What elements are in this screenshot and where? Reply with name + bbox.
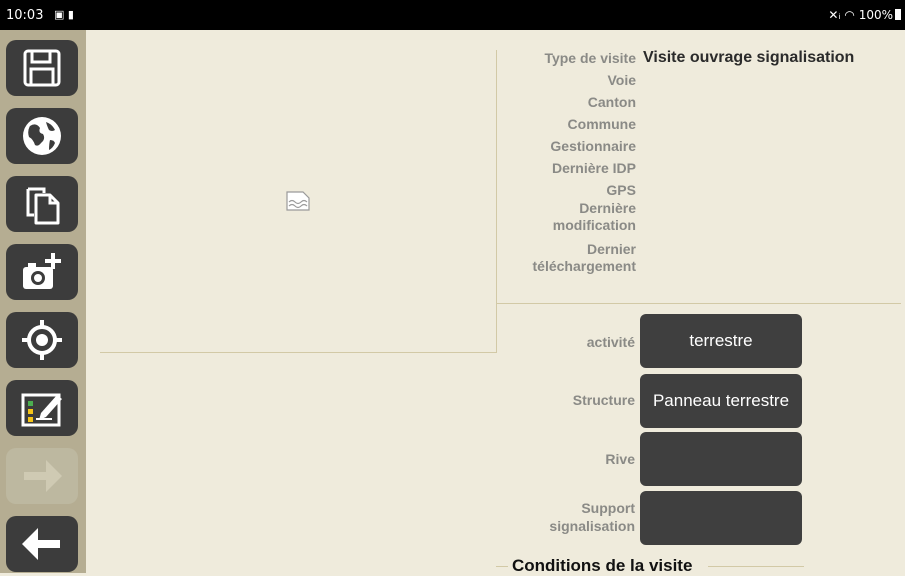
info-label: GPS <box>606 182 636 198</box>
status-bar: 10:03 ▣ ▮ ✕ᵢ ◠ 100% <box>0 0 905 30</box>
info-label: Dernière modification <box>496 200 636 234</box>
signal-wifi-battery-text: ✕ᵢ ◠ 100% <box>828 8 893 22</box>
info-label: Canton <box>587 94 636 110</box>
info-label: Voie <box>607 72 636 88</box>
save-button[interactable] <box>6 40 78 96</box>
label-line: signalisation <box>549 518 635 534</box>
locate-button[interactable] <box>6 312 78 368</box>
info-value: Visite ouvrage signalisation <box>643 49 855 66</box>
activity-select[interactable]: terrestre <box>640 314 802 368</box>
notification-icons: ▣ ▮ <box>54 8 74 21</box>
arrow-right-icon <box>24 460 62 492</box>
label-line: téléchargement <box>532 258 636 274</box>
broken-image-icon <box>286 191 310 211</box>
section-line-left <box>496 566 508 567</box>
status-time: 10:03 <box>6 8 44 23</box>
rive-select[interactable] <box>640 432 802 486</box>
form-button[interactable] <box>6 380 78 436</box>
back-button[interactable] <box>6 516 78 572</box>
rive-label: Rive <box>605 451 635 467</box>
label-line: Dernière <box>579 200 636 216</box>
globe-button[interactable] <box>6 108 78 164</box>
save-icon <box>23 49 61 87</box>
info-label: Type de visite <box>544 50 636 66</box>
camera-plus-icon <box>23 253 61 289</box>
status-right: ✕ᵢ ◠ 100% <box>828 8 901 22</box>
structure-label: Structure <box>572 392 635 408</box>
support-signalisation-select[interactable] <box>640 491 802 545</box>
target-icon <box>22 320 62 360</box>
section-line-right <box>708 566 804 567</box>
copy-icon <box>26 187 60 225</box>
info-label: Dernier téléchargement <box>496 241 636 275</box>
label-line: modification <box>552 217 636 233</box>
activity-label: activité <box>586 334 635 350</box>
copy-button[interactable] <box>6 176 78 232</box>
globe-icon <box>23 117 61 155</box>
support-signalisation-label: Support signalisation <box>495 499 635 535</box>
divider <box>496 303 901 304</box>
info-label: Dernière IDP <box>551 160 636 176</box>
label-line: Dernier <box>586 241 636 257</box>
conditions-section-title: Conditions de la visite <box>512 556 693 575</box>
add-photo-button[interactable] <box>6 244 78 300</box>
checklist-edit-icon <box>21 393 62 427</box>
sidebar <box>0 30 86 573</box>
info-label: Commune <box>567 116 636 132</box>
info-label: Gestionnaire <box>550 138 636 154</box>
arrow-left-icon <box>22 528 60 560</box>
photo-panel[interactable] <box>100 50 497 353</box>
label-line: Support <box>581 500 635 516</box>
structure-select[interactable]: Panneau terrestre <box>640 374 802 428</box>
battery-icon <box>895 9 901 20</box>
forward-button[interactable] <box>6 448 78 504</box>
